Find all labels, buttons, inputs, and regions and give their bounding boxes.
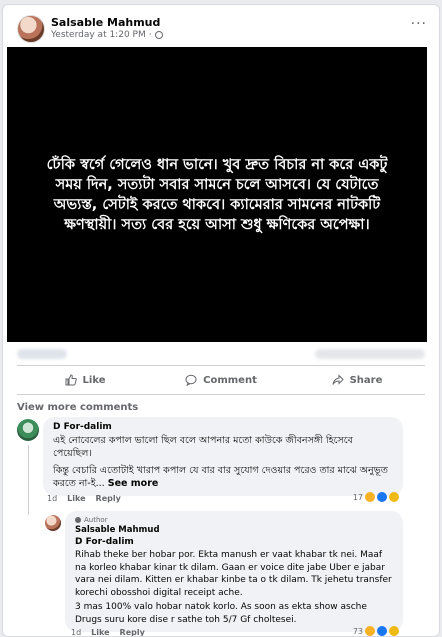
share-label: Share	[349, 374, 383, 386]
share-button[interactable]: Share	[289, 369, 425, 391]
reply-text: 3 mas 100% valo hobar natok korlo. As so…	[75, 602, 367, 625]
comment-label: Comment	[203, 374, 257, 386]
author-avatar[interactable]	[17, 15, 45, 43]
reply-author-name[interactable]: Salsable Mahmud	[75, 525, 393, 535]
post-header: Salsable Mahmud Yesterday at 1:20 PM · ·…	[13, 15, 429, 47]
comment-like-button[interactable]: Like	[67, 494, 85, 503]
post-actions: Like Comment Share	[17, 369, 425, 391]
reply-reply-button[interactable]: Reply	[120, 628, 145, 636]
sad-reaction-icon	[389, 626, 399, 636]
comment-paragraph: কিন্তু বেচারি এতোটাই খারাপ কপাল যে বার ব…	[53, 464, 393, 490]
commenter-name[interactable]: D For-dalim	[53, 422, 393, 432]
comment-paragraph: এই নোবেলের কপাল ভালো ছিল বলে আপনার মতো ক…	[53, 435, 353, 459]
divider	[17, 365, 425, 366]
reactions-summary[interactable]	[17, 347, 425, 361]
commenter-avatar[interactable]	[17, 419, 39, 441]
author-name[interactable]: Salsable Mahmud	[51, 16, 160, 29]
comment-reply-button[interactable]: Reply	[96, 494, 121, 503]
sad-reaction-icon	[389, 492, 399, 502]
reply-bubble: Author Salsable Mahmud D For-dalim Rihab…	[65, 511, 403, 632]
haha-reaction-icon	[365, 492, 375, 502]
comment-text: এই নোবেলের কপাল ভালো ছিল বলে আপনার মতো ক…	[53, 434, 393, 490]
like-label: Like	[82, 374, 106, 386]
comment-actions: 1d Like Reply	[47, 494, 121, 503]
reply-mention[interactable]: D For-dalim	[75, 537, 393, 547]
reply-reaction-count: 73	[352, 626, 363, 636]
post-card: Salsable Mahmud Yesterday at 1:20 PM · ·…	[2, 4, 440, 637]
author-badge-icon	[75, 517, 81, 523]
reply-author-avatar[interactable]	[45, 515, 61, 531]
thread-line	[28, 445, 29, 515]
reply-text: Rihab theke ber hobar por. Ekta manush e…	[75, 550, 392, 598]
like-button[interactable]: Like	[17, 369, 153, 391]
post-image[interactable]: ঢেঁকি স্বর্গে গেলেও ধান ভানে। খুব দ্রুত …	[7, 47, 427, 342]
author-badge: Author	[75, 516, 393, 524]
reactions-count-blurred	[17, 349, 67, 359]
reply-actions: 1d Like Reply	[71, 628, 145, 636]
post-meta: Yesterday at 1:20 PM ·	[51, 30, 163, 40]
post-time[interactable]: Yesterday at 1:20 PM	[51, 30, 146, 40]
see-more-link[interactable]: See more	[108, 478, 159, 489]
comment-paragraph-text: কিন্তু বেচারি এতোটাই খারাপ কপাল যে বার ব…	[53, 465, 388, 489]
comment-reactions[interactable]: 17	[353, 492, 399, 502]
globe-icon	[154, 31, 163, 39]
like-reaction-icon	[377, 626, 387, 636]
comment-bubble: D For-dalim এই নোবেলের কপাল ভালো ছিল বলে…	[43, 417, 403, 496]
view-more-comments-link[interactable]: View more comments	[17, 402, 138, 413]
comment-reaction-count: 17	[352, 492, 363, 502]
post-image-text: ঢেঁকি স্বর্গে গেলেও ধান ভানে। খুব দ্রুত …	[46, 156, 388, 233]
more-options-icon[interactable]: ···	[411, 17, 427, 31]
comment-icon	[185, 374, 197, 386]
reply-reactions[interactable]: 73	[353, 626, 399, 636]
reply-like-button[interactable]: Like	[91, 628, 109, 636]
comment-button[interactable]: Comment	[153, 369, 289, 391]
author-badge-label: Author	[84, 516, 108, 524]
comments-shares-count-blurred	[315, 349, 425, 359]
divider	[17, 394, 425, 395]
haha-reaction-icon	[365, 626, 375, 636]
share-icon	[332, 374, 344, 385]
thumbs-up-icon	[65, 374, 77, 386]
meta-separator: ·	[148, 30, 152, 40]
reply-time[interactable]: 1d	[71, 628, 81, 636]
like-reaction-icon	[377, 492, 387, 502]
comment-time[interactable]: 1d	[47, 494, 57, 503]
